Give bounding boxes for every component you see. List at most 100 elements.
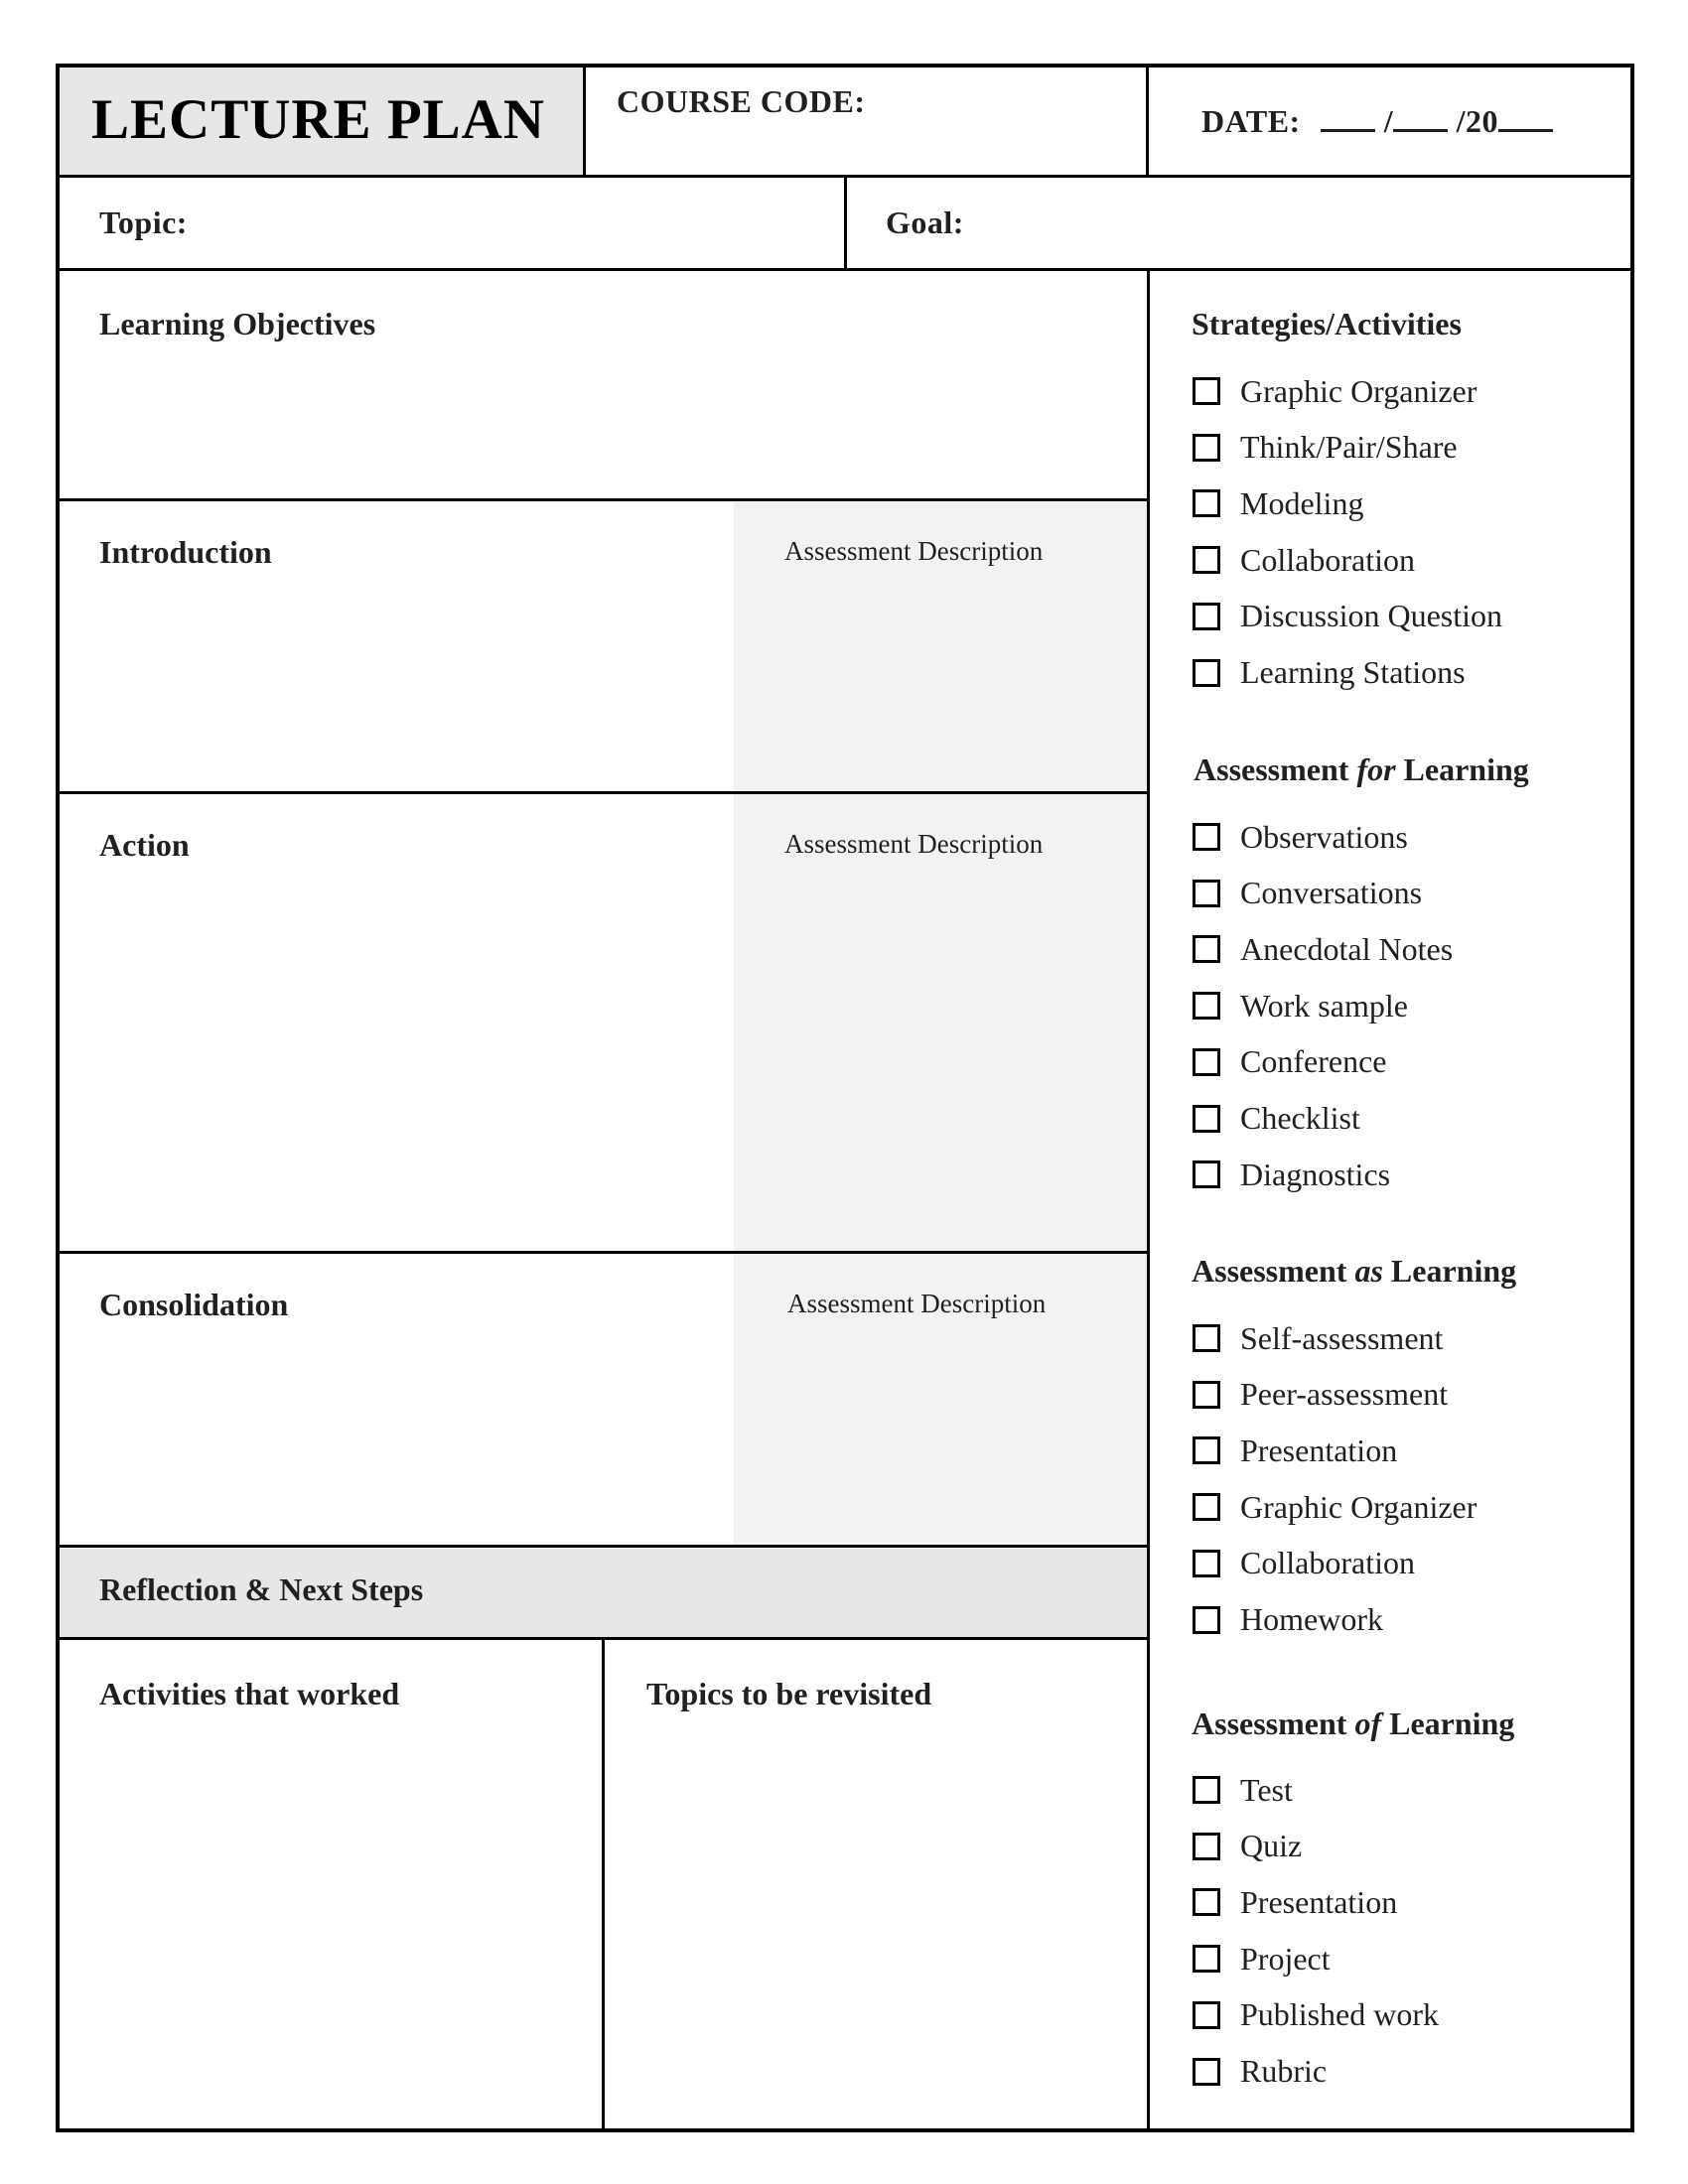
checklist-item-label: Presentation [1240, 1883, 1398, 1920]
consolidation-assessment-label: Assessment Description [787, 1289, 1047, 1318]
date-month-blank[interactable] [1393, 105, 1449, 132]
introduction-field[interactable] [70, 586, 720, 779]
checklist-item[interactable]: Project [1193, 1939, 1331, 1979]
heading-text: Strategies/Activities [1192, 306, 1462, 341]
heading-text: Assessment [1192, 1706, 1355, 1741]
checkbox-icon[interactable] [1193, 2057, 1220, 2086]
checklist-item[interactable]: Self-assessment [1193, 1318, 1443, 1358]
goal-label: Goal: [886, 205, 964, 240]
introduction-assessment-label: Assessment Description [784, 536, 1044, 566]
checkbox-icon[interactable] [1193, 1945, 1220, 1974]
checklist-item-label: Self-assessment [1240, 1319, 1444, 1356]
checklist-item[interactable]: Think/Pair/Share [1193, 428, 1458, 468]
checkbox-icon[interactable] [1193, 433, 1220, 462]
activities-worked-field[interactable] [70, 1727, 591, 2115]
checklist-item[interactable]: Anecdotal Notes [1193, 929, 1453, 969]
checklist-item-label: Graphic Organizer [1240, 372, 1477, 409]
checklist-item-label: Collaboration [1240, 1545, 1415, 1581]
checklist-item-label: Diagnostics [1240, 1156, 1391, 1192]
checklist-item-label: Homework [1240, 1601, 1383, 1637]
action-field[interactable] [70, 879, 720, 1236]
divider [58, 791, 1148, 794]
heading-emphasis: for [1356, 751, 1396, 787]
checkbox-icon[interactable] [1193, 2000, 1220, 2029]
divider [58, 1251, 1148, 1254]
checkbox-icon[interactable] [1193, 1832, 1220, 1860]
course-code-label: COURSE CODE: [617, 83, 866, 119]
checkbox-icon[interactable] [1193, 1436, 1220, 1465]
checkbox-icon[interactable] [1193, 992, 1220, 1021]
consolidation-field[interactable] [70, 1338, 720, 1532]
checklist-item[interactable]: Rubric [1193, 2052, 1327, 2092]
checklist-item[interactable]: Diagnostics [1193, 1155, 1390, 1194]
checklist-item[interactable]: Graphic Organizer [1193, 1487, 1477, 1527]
checklist-item[interactable]: Quiz [1193, 1827, 1302, 1866]
checklist-item[interactable]: Collaboration [1193, 1544, 1415, 1583]
checkbox-icon[interactable] [1193, 489, 1220, 518]
checklist-item[interactable]: Conversations [1193, 874, 1422, 913]
checkbox-icon[interactable] [1193, 935, 1220, 964]
checkbox-icon[interactable] [1193, 1888, 1220, 1917]
checklist-item[interactable]: Graphic Organizer [1193, 371, 1477, 411]
checklist-item[interactable]: Test [1193, 1770, 1293, 1810]
checkbox-icon[interactable] [1193, 658, 1220, 687]
checkbox-icon[interactable] [1193, 1047, 1220, 1076]
action-label: Action [99, 827, 190, 863]
checklist-item[interactable]: Conference [1193, 1042, 1386, 1082]
checkbox-icon[interactable] [1193, 546, 1220, 575]
checklist-item-label: Collaboration [1240, 541, 1415, 578]
checkbox-icon[interactable] [1193, 823, 1220, 851]
checklist-group-heading: Assessment for Learning [1194, 751, 1529, 788]
course-code-field[interactable] [596, 129, 1132, 169]
checkbox-icon[interactable] [1193, 377, 1220, 405]
divider [1146, 66, 1149, 176]
checklist-item[interactable]: Presentation [1193, 1882, 1397, 1922]
page-title: LECTURE PLAN [91, 88, 545, 151]
checklist-item[interactable]: Modeling [1193, 483, 1363, 523]
checklist-item[interactable]: Presentation [1193, 1431, 1397, 1470]
action-assessment-label: Assessment Description [784, 829, 1044, 859]
date-day-blank[interactable] [1321, 105, 1376, 132]
checklist-item-label: Presentation [1240, 1432, 1398, 1468]
checklist-item-label: Peer-assessment [1240, 1376, 1449, 1413]
checkbox-icon[interactable] [1193, 1605, 1220, 1634]
topics-revisit-field[interactable] [616, 1727, 1137, 2115]
checkbox-icon[interactable] [1193, 1160, 1220, 1189]
checklist-item[interactable]: Discussion Question [1193, 597, 1502, 636]
topic-field[interactable] [218, 194, 829, 253]
checkbox-icon[interactable] [1193, 602, 1220, 630]
checkbox-icon[interactable] [1193, 1324, 1220, 1352]
checklist-item[interactable]: Checklist [1193, 1099, 1360, 1139]
date-separator: / [1383, 103, 1394, 139]
checklist-item-label: Discussion Question [1240, 598, 1502, 634]
date-year-blank[interactable] [1497, 105, 1553, 132]
date-field[interactable]: DATE: / /20 [1201, 103, 1553, 140]
checkbox-icon[interactable] [1193, 1549, 1220, 1577]
checkbox-icon[interactable] [1193, 879, 1220, 907]
checklist-item[interactable]: Observations [1193, 817, 1408, 857]
heading-text: Assessment [1194, 751, 1357, 787]
checkbox-icon[interactable] [1193, 1493, 1220, 1522]
goal-field[interactable] [993, 194, 1618, 253]
learning-objectives-field[interactable] [70, 357, 1132, 486]
heading-text: Learning [1395, 751, 1529, 787]
checklist-item[interactable]: Learning Stations [1193, 653, 1466, 693]
checklist-item[interactable]: Peer-assessment [1193, 1375, 1448, 1415]
reflection-heading: Reflection & Next Steps [99, 1571, 424, 1607]
introduction-label: Introduction [99, 534, 272, 570]
heading-text: Assessment [1192, 1253, 1355, 1289]
checklist-group-heading: Strategies/Activities [1192, 306, 1462, 342]
divider [602, 1638, 605, 2130]
checklist-item[interactable]: Work sample [1193, 986, 1408, 1025]
checklist-item[interactable]: Collaboration [1193, 540, 1415, 580]
checklist-item-label: Conference [1240, 1043, 1387, 1080]
checklist-item[interactable]: Homework [1193, 1600, 1383, 1640]
activities-worked-label: Activities that worked [99, 1676, 400, 1711]
checkbox-icon[interactable] [1193, 1104, 1220, 1133]
checkbox-icon[interactable] [1193, 1380, 1220, 1409]
checkbox-icon[interactable] [1193, 1776, 1220, 1804]
checklist-item-label: Published work [1240, 1996, 1439, 2033]
checklist-item[interactable]: Published work [1193, 1995, 1439, 2035]
checklist-item-label: Think/Pair/Share [1240, 429, 1458, 466]
heading-text: Learning [1382, 1253, 1517, 1289]
